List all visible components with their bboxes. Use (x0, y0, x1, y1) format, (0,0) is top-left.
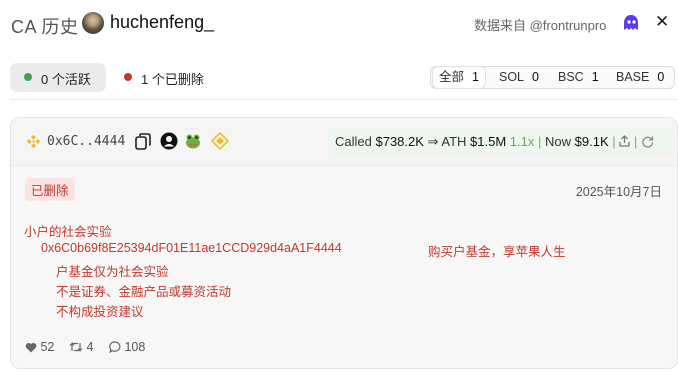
chain-filter-base-count: 0 (657, 70, 665, 84)
frontrun-ghost-icon (624, 15, 638, 30)
price-text: Called $738.2K ⇒ ATH $1.5M 1.1x | Now $9… (335, 134, 654, 150)
copy-icon[interactable] (135, 133, 151, 150)
tweet-contract-address[interactable]: 0x6C0b69f8E25394dF01E11ae1CCD929d4aA1F44… (41, 241, 342, 255)
separator: | (612, 134, 616, 149)
chain-filter: 全部 1 SOL 0 BSC 1 BASE 0 (430, 66, 675, 89)
chain-filter-sol-count: 0 (532, 70, 539, 84)
now-label: Now (545, 134, 572, 149)
retweets-count: 4 (86, 340, 94, 354)
bnb-chain-icon[interactable] (211, 132, 229, 150)
chain-filter-base-label: BASE (616, 70, 650, 84)
frog-icon[interactable] (184, 132, 202, 150)
tab-deleted[interactable]: 1 个已删除 (118, 63, 228, 92)
status-badge: 已删除 (25, 178, 75, 201)
replies-count: 108 (124, 340, 146, 354)
separator: | (633, 134, 638, 149)
heart-icon (25, 342, 37, 353)
likes-count: 52 (40, 340, 55, 354)
card-date: 2025年10月7日 (575, 185, 662, 199)
ath-label: ATH (441, 134, 467, 149)
chain-filter-sol-label: SOL (499, 70, 525, 84)
separator: | (538, 134, 542, 149)
likes-stat[interactable]: 52 (25, 340, 54, 354)
price-summary: Called $738.2K ⇒ ATH $1.5M 1.1x | Now $9… (329, 129, 675, 155)
tab-active[interactable]: 0 个活跃 (10, 63, 106, 92)
tab-deleted-label: 1 个已删除 (141, 72, 204, 87)
reply-icon (109, 341, 121, 354)
chain-filter-base[interactable]: BASE 0 (610, 67, 670, 88)
ath-value: $1.5M (470, 134, 507, 149)
tweet-line: 不构成投资建议 (56, 305, 144, 319)
chain-filter-bsc[interactable]: BSC 1 (552, 67, 605, 88)
bnb-icon (26, 134, 41, 149)
page-title: CA 历史 (11, 17, 79, 37)
username[interactable]: huchenfeng_ (110, 12, 214, 33)
retweets-stat[interactable]: 4 (69, 340, 93, 354)
header: CA 历史 huchenfeng_ 数据来自 @frontrunpro ✕ (0, 0, 678, 48)
refresh-icon[interactable] (641, 135, 654, 148)
tweet-line: 不是证券、金融产品或募资活动 (56, 285, 232, 299)
divider (10, 99, 678, 100)
data-source-label[interactable]: 数据来自 @frontrunpro (474, 15, 606, 34)
now-value: $9.1K (574, 134, 609, 149)
share-icon[interactable] (619, 135, 630, 147)
active-status-dot (24, 73, 32, 81)
replies-stat[interactable]: 108 (109, 340, 145, 354)
ca-card: 0x6C..4444 Called $738.2K ⇒ ATH $1.5M 1.… (10, 117, 678, 369)
close-icon[interactable]: ✕ (655, 12, 669, 32)
chain-filter-all-label: 全部 (439, 70, 465, 84)
chain-filter-sol[interactable]: SOL 0 (493, 67, 545, 88)
deleted-status-dot (124, 73, 132, 81)
tweet-line: 小户的社会实验 (24, 225, 112, 239)
card-header: 0x6C..4444 Called $738.2K ⇒ ATH $1.5M 1.… (11, 118, 677, 166)
called-label: Called (335, 134, 372, 149)
avatar (82, 12, 104, 34)
ath-multiplier: 1.1x (509, 134, 535, 149)
called-value: $738.2K (375, 134, 424, 149)
chain-filter-all-count: 1 (472, 70, 479, 84)
token-address[interactable]: 0x6C..4444 (47, 134, 125, 149)
chain-filter-bsc-count: 1 (591, 70, 599, 84)
tab-active-label: 0 个活跃 (41, 72, 91, 87)
chain-filter-all[interactable]: 全部 1 (433, 67, 485, 88)
profile-icon[interactable] (160, 132, 178, 150)
arrow: ⇒ (427, 134, 439, 149)
retweet-icon (69, 342, 83, 352)
tweet-line: 户基金仅为社会实验 (56, 265, 169, 279)
chain-filter-bsc-label: BSC (558, 70, 584, 84)
tweet-line: 购买户基金，享苹果人生 (428, 245, 566, 259)
